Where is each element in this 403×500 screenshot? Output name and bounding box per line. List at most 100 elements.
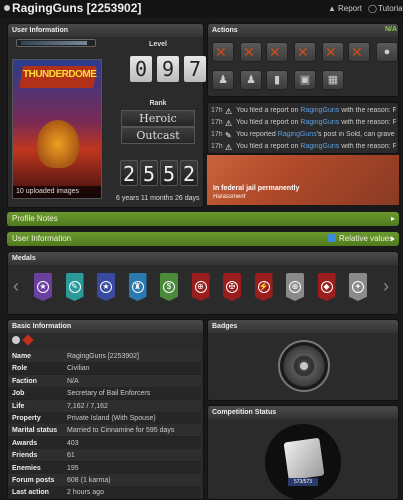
rank-line-2: Outcast	[121, 127, 195, 144]
badge-emblem[interactable]	[278, 340, 330, 392]
syringe-icon: ●	[383, 46, 391, 58]
bust-button[interactable]: ✕	[322, 42, 344, 62]
info-value: 608 (1 karma)	[67, 477, 111, 484]
info-key: Marital status	[12, 427, 58, 435]
medal-icon: ✦	[352, 281, 364, 293]
medal-item[interactable]: ★	[34, 273, 52, 301]
flag-icon: ▲	[328, 4, 336, 13]
medals-prev-arrow-icon[interactable]: ‹	[13, 276, 19, 297]
disabled-icon: ✕	[297, 44, 309, 60]
feed-time: 17h	[211, 131, 223, 138]
disabled-icon: ✕	[351, 44, 363, 60]
medal-item[interactable]: ⚡	[254, 273, 273, 301]
view-bazaar-button[interactable]: ▦	[322, 70, 344, 90]
status-subtitle: Harassment	[213, 194, 246, 200]
send-money-button[interactable]: ✕	[266, 42, 288, 62]
medal-item[interactable]: ✦	[349, 273, 367, 301]
medal-icon: ◆	[320, 281, 333, 293]
medal-item[interactable]: ♜	[128, 273, 147, 301]
faction-banner	[16, 39, 96, 47]
level-digit: 9	[157, 56, 179, 82]
bail-button[interactable]: ✕	[348, 42, 370, 62]
display-icon: ▣	[299, 74, 311, 86]
info-row: Awards 403	[8, 436, 201, 450]
feed-message: You filed a report on RagingGuns with th…	[236, 107, 396, 114]
message-button[interactable]: ✕	[240, 42, 262, 62]
user-information-label: User Information	[12, 234, 72, 243]
profile-image[interactable]: THUNDERDOME 10 uploaded images	[12, 59, 102, 199]
chevron-right-icon: ▸	[390, 214, 395, 223]
tutorial-label: Tutorial	[378, 4, 403, 13]
panel-heading: User Information	[8, 24, 203, 37]
level-label: Level	[149, 41, 167, 48]
medal-item[interactable]: ★	[97, 273, 115, 301]
feed-item: 17h ✎ You reported RagingGuns's post in So…	[208, 131, 396, 142]
info-value: Secretary of Bail Enforcers	[67, 390, 151, 398]
add-friend-button[interactable]: ♟	[212, 70, 234, 90]
info-row: Life 7,162 / 7,162	[8, 399, 201, 413]
medal-icon: ✠	[226, 281, 238, 293]
uploaded-images-count: 10 uploaded images	[13, 186, 101, 198]
info-row: Enemies 195	[8, 461, 201, 475]
medal-icon: ★	[100, 281, 112, 293]
relative-values-toggle[interactable]: Relative values	[328, 234, 393, 243]
report-label: Report	[338, 4, 363, 13]
age-digit: 5	[140, 160, 158, 186]
info-key: Friends	[12, 452, 38, 460]
info-row: Last action 2 hours ago	[8, 486, 201, 500]
info-value: Married to Cinnamine for 595 days	[67, 427, 175, 435]
feed-item: 17h ⚠ You filed a report on RagingGuns wit…	[208, 143, 396, 154]
online-status-icon	[12, 336, 20, 344]
medal-item[interactable]: ✎	[65, 273, 84, 301]
warning-icon: ⚠	[225, 119, 233, 128]
relative-values-label: Relative values	[339, 234, 394, 243]
feed-user-link[interactable]: RagingGuns	[300, 143, 339, 150]
tutorial-link[interactable]: ◯Tutorial	[368, 4, 403, 13]
feed-user-link[interactable]: RagingGuns	[278, 131, 317, 138]
revive-button[interactable]: ●	[376, 42, 398, 62]
warning-icon: ⚠	[225, 107, 233, 116]
disabled-icon: ✕	[243, 44, 255, 60]
disabled-icon: ✕	[269, 44, 281, 60]
status-title: In federal jail permanently	[213, 185, 300, 192]
feed-text: with the reason: Foru…	[341, 119, 396, 126]
medal-item[interactable]: ⊕	[286, 273, 304, 301]
stats-button[interactable]: ▮	[266, 70, 288, 90]
profile-notes-label: Profile Notes	[12, 214, 58, 223]
feed-time: 17h	[211, 119, 223, 126]
feed-message: You filed a report on RagingGuns with th…	[236, 119, 396, 126]
user-information-bar[interactable]: User Information Relative values ▸	[7, 232, 399, 246]
medal-item[interactable]: $	[160, 273, 178, 301]
info-key: Life	[12, 402, 25, 410]
profile-notes-bar[interactable]: Profile Notes ▸	[7, 212, 399, 226]
info-row: Friends 61	[8, 449, 201, 463]
medals-next-arrow-icon[interactable]: ›	[383, 276, 389, 297]
info-value: 2 hours ago	[67, 489, 104, 497]
feed-text: You filed a report on	[236, 143, 301, 150]
info-key: Role	[12, 365, 28, 373]
info-key: Forum posts	[12, 477, 55, 484]
feed-user-link[interactable]: RagingGuns	[300, 119, 339, 126]
feed-text: with the reason: Fo…	[341, 143, 396, 150]
report-link[interactable]: ▲ Report	[328, 4, 362, 13]
medal-item[interactable]: ◆	[317, 273, 336, 301]
user-plus-icon: ♟	[218, 74, 228, 86]
feed-user-link[interactable]: RagingGuns	[300, 107, 339, 114]
feed-text: with the reason: Foru…	[341, 107, 396, 114]
view-display-button[interactable]: ▣	[294, 70, 316, 90]
feed-time: 17h	[211, 107, 223, 114]
competition-card-icon	[283, 437, 325, 481]
info-key: Enemies	[12, 464, 41, 472]
attack-button[interactable]: ✕	[212, 42, 234, 62]
info-value: Private Island (With Spouse)	[67, 415, 156, 422]
medal-item[interactable]: ⊕	[191, 273, 210, 301]
checkbox-checked-icon[interactable]	[328, 234, 336, 242]
info-row: Marital status Married to Cinnamine for 5…	[8, 424, 201, 438]
feed-text: You filed a report on	[236, 107, 301, 114]
trade-button[interactable]: ✕	[294, 42, 316, 62]
add-enemy-button[interactable]: ♟	[240, 70, 262, 90]
info-key: Awards	[12, 439, 38, 447]
medal-item[interactable]: ✠	[223, 273, 241, 301]
rank-label: Rank	[149, 100, 167, 107]
info-value: 403	[67, 439, 79, 447]
